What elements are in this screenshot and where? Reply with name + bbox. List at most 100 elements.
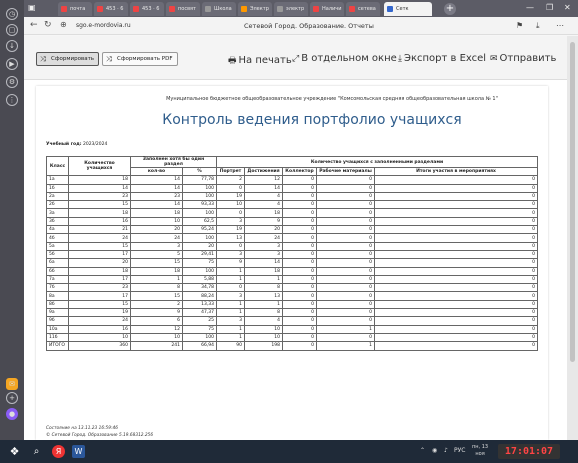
table-cell: 4б xyxy=(46,233,69,243)
browser-tab[interactable]: 453 · 6 xyxy=(130,2,164,16)
table-cell: 34,78 xyxy=(182,283,217,293)
browser-tab[interactable]: Сетк xyxy=(384,2,432,16)
col-portrait: Портрет xyxy=(216,166,245,177)
url-field[interactable]: sgo.e-mordovia.ru xyxy=(76,22,131,29)
table-cell: 14 xyxy=(244,258,283,268)
browser-sidebar: ◷ ▢ ↓ ▶ ⚙ ⋮ ✉ + ● xyxy=(0,0,24,440)
table-cell: 15 xyxy=(130,291,183,301)
table-cell: 24 xyxy=(130,233,183,243)
table-cell: 15 xyxy=(68,299,131,310)
table-cell: 12 xyxy=(244,175,283,185)
language-indicator[interactable]: РУС xyxy=(454,447,465,454)
table-row: 5б 17 5 29,41 3 3 0 0 0 xyxy=(46,249,538,260)
search-icon[interactable]: ⌕ xyxy=(30,445,43,458)
col-count: кол-во xyxy=(130,166,183,177)
col-percent: % xyxy=(182,166,217,177)
table-cell: 6б xyxy=(46,266,69,276)
table-cell: 16 xyxy=(68,216,131,227)
minimize-icon[interactable]: — xyxy=(526,3,534,12)
close-icon[interactable]: ✕ xyxy=(564,3,571,12)
browser-tab[interactable]: сетева xyxy=(346,2,380,16)
table-cell: 0 xyxy=(374,332,538,343)
network-icon[interactable]: ◉ xyxy=(432,447,437,454)
browser-tab[interactable]: Школа xyxy=(202,2,236,16)
print-button[interactable]: 🖶 На печать xyxy=(228,53,292,69)
table-row: 8б 15 2 13,33 1 1 0 0 0 xyxy=(46,299,538,310)
restore-icon[interactable]: ❐ xyxy=(546,3,553,12)
browser-tab[interactable]: Электр xyxy=(238,2,272,16)
table-cell: 13 xyxy=(216,233,245,243)
downloads-icon[interactable]: ↓ xyxy=(6,40,18,52)
volume-icon[interactable]: ♪ xyxy=(444,447,448,454)
browser-tab[interactable]: Наличи xyxy=(310,2,344,16)
site-info-icon[interactable]: ⊕ xyxy=(60,20,67,29)
generate-button[interactable]: ⤨ Сформировать xyxy=(36,52,100,66)
table-cell: 0 xyxy=(216,241,245,251)
table-cell: 0 xyxy=(216,183,245,193)
table-row: 3б 16 10 62,5 3 9 0 0 0 xyxy=(46,216,538,227)
assistant-icon[interactable]: ● xyxy=(6,408,18,420)
table-cell: ИТОГО xyxy=(46,341,69,351)
yandex-browser-icon[interactable]: Я xyxy=(52,445,65,458)
table-cell: 7б xyxy=(46,283,69,293)
table-cell: 1 xyxy=(130,274,183,285)
table-cell: 0 xyxy=(282,258,317,268)
table-row: 10а 16 12 75 1 10 0 1 0 xyxy=(46,324,538,334)
col-collector: Коллектор xyxy=(282,166,317,177)
table-cell: 3 xyxy=(216,249,245,260)
apps-icon[interactable]: ⋮ xyxy=(6,94,18,106)
browser-tab[interactable]: электр xyxy=(274,2,308,16)
table-cell: 0 xyxy=(316,241,375,251)
extensions-icon[interactable]: ⋯ xyxy=(556,21,564,30)
tab-favicon-icon xyxy=(349,6,355,12)
add-icon[interactable]: + xyxy=(6,392,18,404)
table-cell: 20 xyxy=(68,258,131,268)
table-cell: 0 xyxy=(282,216,317,227)
tab-favicon-icon xyxy=(387,6,393,12)
browser-tab[interactable]: 453 · 6 xyxy=(94,2,128,16)
mail-icon[interactable]: ✉ xyxy=(6,378,18,390)
table-cell: 18 xyxy=(68,266,131,276)
collections-icon[interactable]: ▢ xyxy=(6,24,18,36)
table-cell: 0 xyxy=(374,324,538,334)
browser-tab[interactable]: посвят xyxy=(166,2,200,16)
table-cell: 0 xyxy=(374,225,538,235)
scrollbar-thumb[interactable] xyxy=(570,42,575,362)
col-class: Класс xyxy=(46,155,69,177)
window-menu-icon[interactable]: ▣ xyxy=(28,3,36,12)
download-icon[interactable]: ⤓ xyxy=(536,21,540,31)
table-cell: 20 xyxy=(182,241,217,251)
table-cell: 10 xyxy=(130,216,183,227)
word-icon[interactable]: W xyxy=(72,445,85,458)
bookmark-icon[interactable]: ⚑ xyxy=(516,21,523,30)
export-excel-button[interactable]: ⤓ Экспорт в Excel xyxy=(398,53,486,64)
back-icon[interactable]: ← xyxy=(30,20,38,30)
play-icon[interactable]: ▶ xyxy=(6,58,18,70)
table-row: 1а 18 14 77,78 2 12 0 0 0 xyxy=(46,175,538,185)
page-content: ⤨ Сформировать ⤨ Сформировать PDF 🖶 На пе… xyxy=(24,36,567,440)
refresh-icon[interactable]: ↻ xyxy=(44,20,52,30)
table-cell: 0 xyxy=(374,200,538,210)
table-cell: 0 xyxy=(316,191,375,202)
table-cell: 8 xyxy=(244,308,283,318)
send-button[interactable]: ✉ Отправить xyxy=(490,53,556,64)
start-icon[interactable]: ❖ xyxy=(8,445,21,458)
table-cell: 4 xyxy=(244,191,283,202)
history-icon[interactable]: ◷ xyxy=(6,8,18,20)
table-cell: 14 xyxy=(130,175,183,185)
generate-pdf-button[interactable]: ⤨ Сформировать PDF xyxy=(102,52,178,66)
new-tab-button[interactable]: + xyxy=(444,3,456,15)
browser-tab[interactable]: почта xyxy=(58,2,92,16)
settings-icon[interactable]: ⚙ xyxy=(6,76,18,88)
tray-date[interactable]: пн, 13 ноя xyxy=(472,444,488,458)
page-scrollbar[interactable] xyxy=(567,36,578,440)
table-cell: 18 xyxy=(68,175,131,185)
clock: 17:01:07 xyxy=(498,444,560,459)
report-sheet: Муниципальное бюджетное общеобразователь… xyxy=(36,86,548,440)
table-cell: 18 xyxy=(130,208,183,218)
separate-window-button[interactable]: ⤢ В отдельном окне xyxy=(292,53,397,64)
table-cell: 0 xyxy=(316,249,375,260)
address-bar: ← ↻ ⊕ sgo.e-mordovia.ru Сетевой Город. О… xyxy=(24,17,578,35)
tray-chevron-icon[interactable]: ⌃ xyxy=(420,447,425,454)
table-cell: 0 xyxy=(374,241,538,251)
